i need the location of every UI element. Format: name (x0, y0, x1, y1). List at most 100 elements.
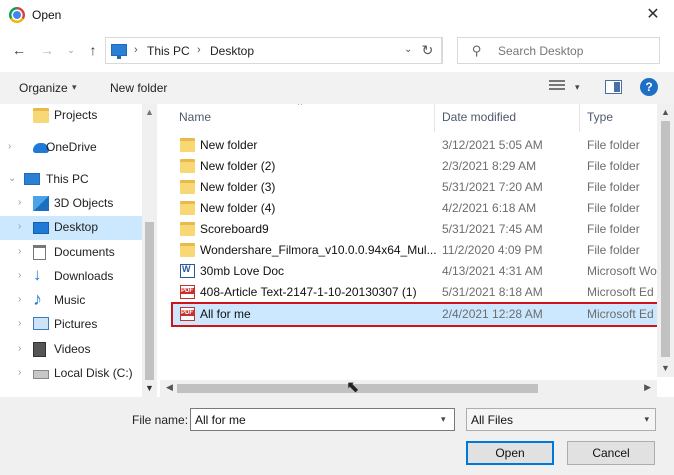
chevron-down-icon[interactable]: ⌄ (8, 173, 16, 184)
file-row[interactable]: 408-Article Text-2147-1-10-20130307 (1) … (173, 282, 657, 303)
scroll-down-icon[interactable]: ▼ (661, 363, 670, 373)
file-name-label: File name: (132, 413, 189, 427)
breadcrumb-separator[interactable]: › (134, 44, 138, 56)
column-header-date[interactable]: Date modified (442, 110, 516, 124)
scroll-right-icon[interactable]: ▶ (644, 382, 651, 393)
file-name: New folder (2) (200, 159, 276, 173)
help-icon[interactable]: ? (640, 78, 658, 96)
recent-locations-icon[interactable]: ⌄ (62, 41, 80, 59)
cancel-button[interactable]: Cancel (567, 441, 655, 465)
chevron-right-icon[interactable]: › (18, 318, 21, 329)
chevron-right-icon[interactable]: › (8, 141, 11, 152)
sidebar-item-pictures[interactable]: › Pictures (0, 313, 142, 337)
sidebar-item-this-pc[interactable]: ⌄ This PC (0, 168, 142, 192)
file-list-horizontal-scrollbar[interactable]: ◀ ▶ (160, 380, 657, 397)
file-row-selected[interactable]: All for me 2/4/2021 12:28 AM Microsoft E… (171, 302, 659, 327)
file-name-input[interactable] (190, 408, 455, 431)
scroll-up-icon[interactable]: ▲ (145, 107, 154, 117)
up-arrow-icon[interactable]: ↑ (84, 41, 102, 59)
breadcrumb-desktop[interactable]: Desktop (210, 44, 254, 58)
file-row[interactable]: New folder (3) 5/31/2021 7:20 AM File fo… (173, 177, 657, 198)
file-row[interactable]: New folder (2) 2/3/2021 8:29 AM File fol… (173, 156, 657, 177)
chevron-right-icon[interactable]: › (18, 221, 21, 232)
file-type: Microsoft Wo (587, 264, 657, 278)
view-options-icon[interactable] (549, 80, 565, 94)
file-row[interactable]: Wondershare_Filmora_v10.0.0.94x64_Mul...… (173, 240, 657, 261)
file-row[interactable]: Scoreboard9 5/31/2021 7:45 AM File folde… (173, 219, 657, 240)
file-name: New folder (4) (200, 201, 276, 215)
preview-pane-icon[interactable] (605, 80, 622, 94)
file-type: File folder (587, 159, 640, 173)
sidebar-item-videos[interactable]: › Videos (0, 338, 142, 362)
chevron-down-icon[interactable]: ⌄ (404, 44, 412, 55)
sidebar-item-documents[interactable]: › Documents (0, 241, 142, 265)
folder-icon (180, 201, 195, 215)
scroll-thumb[interactable] (661, 121, 670, 357)
sidebar-item-local-disk[interactable]: › Local Disk (C:) (0, 362, 142, 386)
chevron-down-icon[interactable]: ▾ (72, 82, 77, 93)
address-bar[interactable]: › This PC › Desktop ⌄ (105, 37, 443, 64)
scroll-down-icon[interactable]: ▼ (145, 383, 154, 393)
sidebar-item-label: Pictures (54, 317, 98, 331)
back-arrow-icon[interactable]: ← (10, 41, 28, 59)
search-input[interactable]: ⚲ Search Desktop (457, 37, 660, 64)
chevron-right-icon[interactable]: › (18, 343, 21, 354)
sidebar-item-onedrive[interactable]: › OneDrive (0, 136, 142, 160)
file-type-select[interactable]: All Files ▾ (466, 408, 656, 431)
column-divider[interactable] (579, 104, 580, 132)
new-folder-button[interactable]: New folder (110, 81, 167, 95)
sidebar-item-3d-objects[interactable]: › 3D Objects (0, 192, 142, 216)
disk-icon (33, 370, 49, 379)
sidebar-item-label: Documents (54, 245, 115, 259)
folder-icon (180, 243, 195, 257)
scroll-thumb[interactable] (145, 222, 154, 380)
file-type: Microsoft Ed (587, 307, 654, 321)
breadcrumb-separator[interactable]: › (197, 44, 201, 56)
search-icon: ⚲ (472, 43, 482, 58)
sidebar-item-music[interactable]: › Music (0, 289, 142, 313)
file-date: 11/2/2020 4:09 PM (442, 243, 543, 257)
file-name: 30mb Love Doc (200, 264, 285, 278)
folder-icon (33, 108, 49, 123)
folder-icon (180, 222, 195, 236)
documents-icon (33, 245, 46, 260)
chevron-down-icon[interactable]: ▾ (441, 414, 446, 425)
chevron-right-icon[interactable]: › (18, 197, 21, 208)
command-toolbar: Organize ▾ New folder ▾ ? (0, 72, 674, 104)
organize-button[interactable]: Organize (19, 81, 68, 95)
column-header-name[interactable]: Name (179, 110, 211, 124)
chevron-right-icon[interactable]: › (18, 294, 21, 305)
chevron-down-icon[interactable]: ▾ (575, 82, 580, 93)
pc-icon (111, 44, 127, 59)
column-divider[interactable] (434, 104, 435, 132)
open-button[interactable]: Open (466, 441, 554, 465)
breadcrumb-this-pc[interactable]: This PC (147, 44, 190, 58)
sidebar-item-label: Music (54, 293, 86, 307)
chevron-right-icon[interactable]: › (18, 367, 21, 378)
file-name: New folder (200, 138, 258, 152)
sidebar-item-label: Projects (54, 108, 98, 122)
sidebar-item-downloads[interactable]: › Downloads (0, 265, 142, 289)
scroll-up-icon[interactable]: ▲ (661, 107, 670, 117)
sidebar-item-projects[interactable]: Projects (0, 104, 142, 128)
column-header-type[interactable]: Type (587, 110, 613, 124)
sidebar-item-label: Videos (54, 342, 91, 356)
sidebar-item-label: Desktop (54, 220, 99, 234)
chevron-down-icon[interactable]: ▾ (644, 414, 649, 425)
chevron-right-icon[interactable]: › (18, 246, 21, 257)
file-date: 4/2/2021 6:18 AM (442, 201, 537, 215)
file-row[interactable]: 30mb Love Doc 4/13/2021 4:31 AM Microsof… (173, 261, 657, 282)
refresh-icon[interactable]: ↻ (414, 37, 442, 64)
chevron-right-icon[interactable]: › (18, 270, 21, 281)
sidebar-item-desktop[interactable]: › Desktop (0, 216, 142, 240)
sidebar-scrollbar[interactable]: ▲ ▼ (142, 104, 157, 397)
file-row[interactable]: New folder 3/12/2021 5:05 AM File folder (173, 135, 657, 156)
downloads-icon (33, 265, 47, 285)
scroll-left-icon[interactable]: ◀ (166, 382, 173, 393)
close-icon[interactable]: ✕ (640, 4, 666, 26)
file-list-vertical-scrollbar[interactable]: ▲ ▼ (657, 104, 674, 377)
file-date: 2/4/2021 12:28 AM (442, 307, 543, 321)
sidebar-item-label: Downloads (54, 269, 114, 283)
file-row[interactable]: New folder (4) 4/2/2021 6:18 AM File fol… (173, 198, 657, 219)
forward-arrow-icon[interactable]: → (38, 41, 56, 59)
